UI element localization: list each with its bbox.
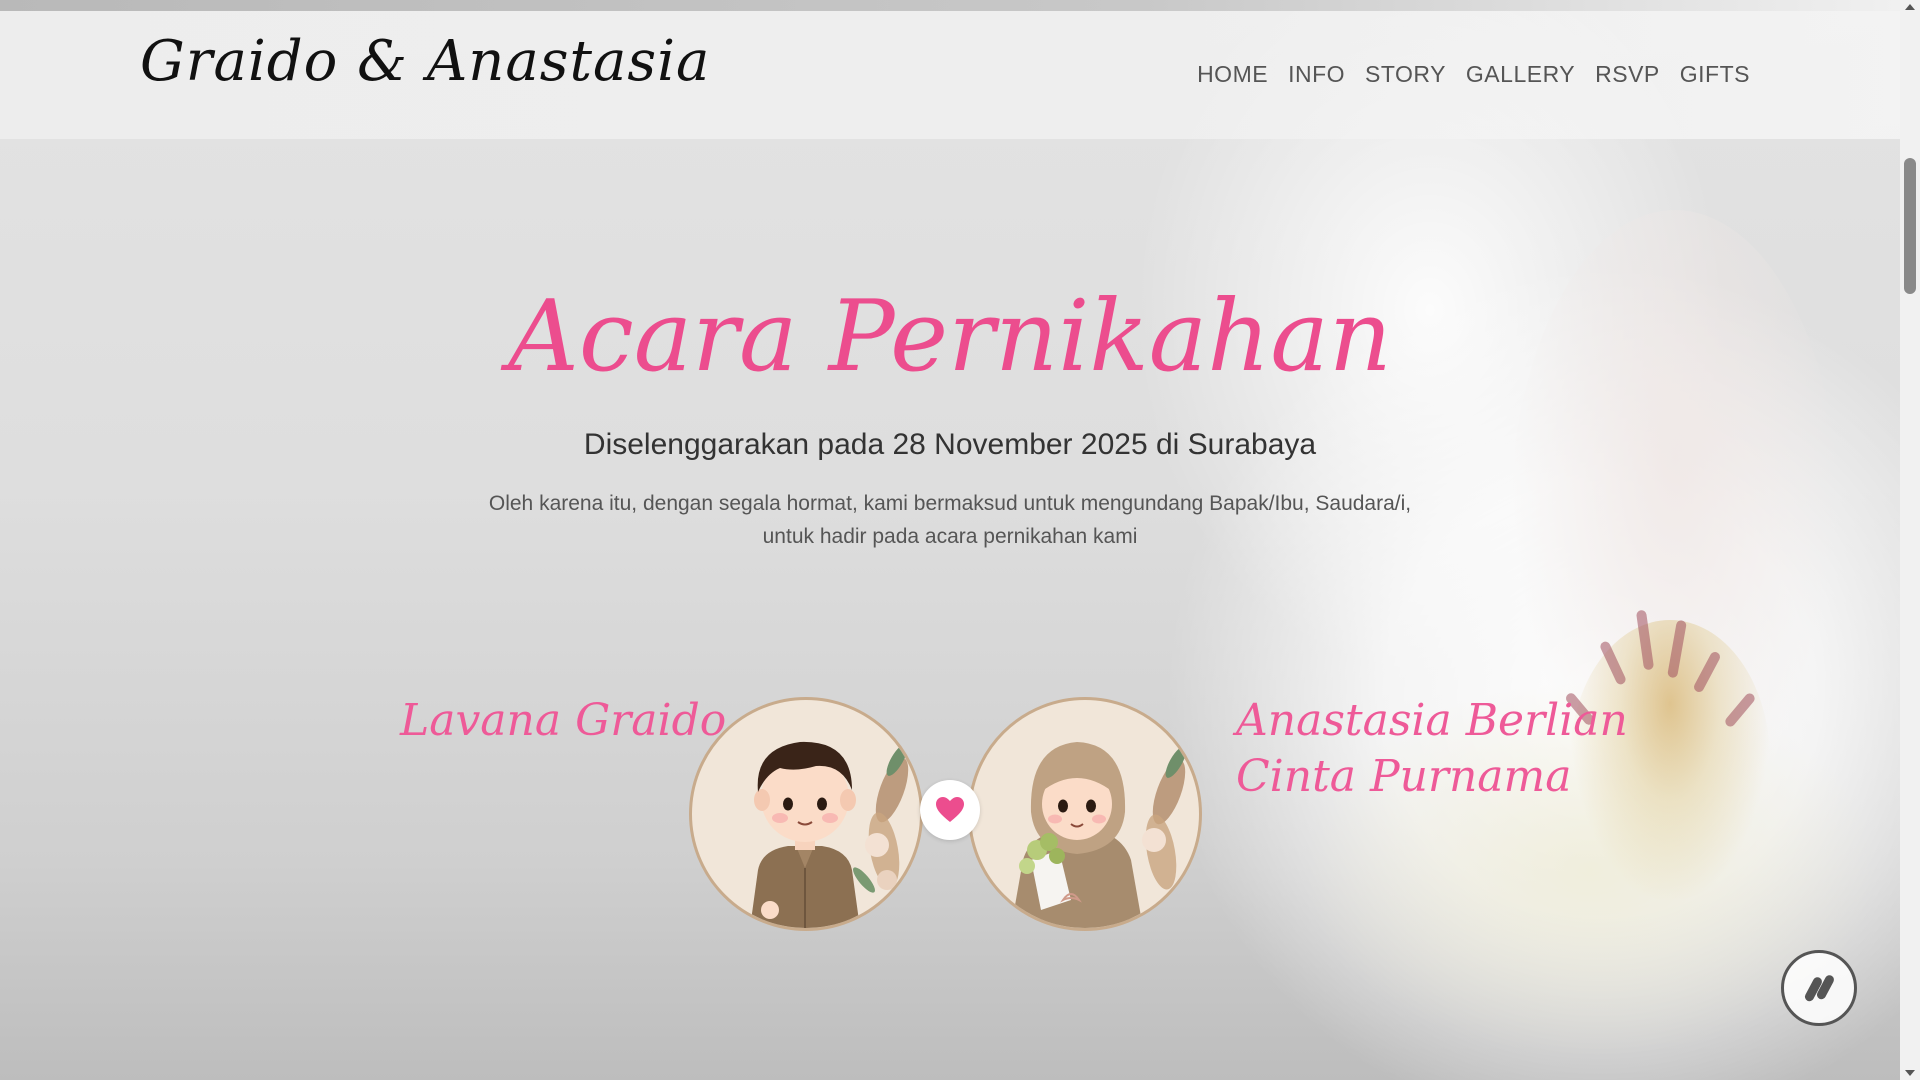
music-note-icon (1804, 975, 1834, 1002)
invitation-line: Oleh karena itu, dengan segala hormat, k… (488, 492, 1412, 515)
music-toggle-button[interactable] (1781, 950, 1857, 1026)
invitation-text: Oleh karena itu, dengan segala hormat, k… (400, 487, 1500, 553)
nav-menu: HOME INFO STORY GALLERY RSVP GIFTS (1197, 61, 1750, 88)
scroll-up-arrow-icon[interactable] (1905, 4, 1915, 10)
brand-logo[interactable]: Graido & Anastasia (140, 29, 710, 94)
groom-avatar (689, 697, 923, 931)
bride-name: Anastasia Berlian Cinta Purnama (1236, 695, 1628, 802)
heart-badge (920, 780, 980, 840)
nav-item-story[interactable]: STORY (1365, 61, 1446, 88)
groom-name: Lavana Graido (400, 695, 727, 746)
bride-illustration (1011, 742, 1187, 928)
scroll-down-arrow-icon[interactable] (1905, 1070, 1915, 1076)
nav-item-gifts[interactable]: GIFTS (1680, 61, 1750, 88)
nav-item-rsvp[interactable]: RSVP (1595, 61, 1660, 88)
nav-item-gallery[interactable]: GALLERY (1466, 61, 1575, 88)
groom-illustration (750, 741, 909, 928)
event-date-location: Diselenggarakan pada 28 November 2025 di… (583, 428, 1317, 461)
nav-item-info[interactable]: INFO (1288, 61, 1345, 88)
bride-avatar (968, 697, 1202, 931)
navbar: Graido & Anastasia HOME INFO STORY GALLE… (0, 11, 1900, 139)
invitation-line: untuk hadir pada acara pernikahan kami (762, 525, 1138, 548)
heart-icon (936, 797, 964, 822)
page-scrollbar[interactable] (1900, 0, 1920, 1080)
section-title: Acara Pernikahan (508, 280, 1392, 394)
nav-item-home[interactable]: HOME (1197, 61, 1268, 88)
scroll-thumb[interactable] (1904, 158, 1916, 294)
top-strip (0, 0, 1900, 11)
